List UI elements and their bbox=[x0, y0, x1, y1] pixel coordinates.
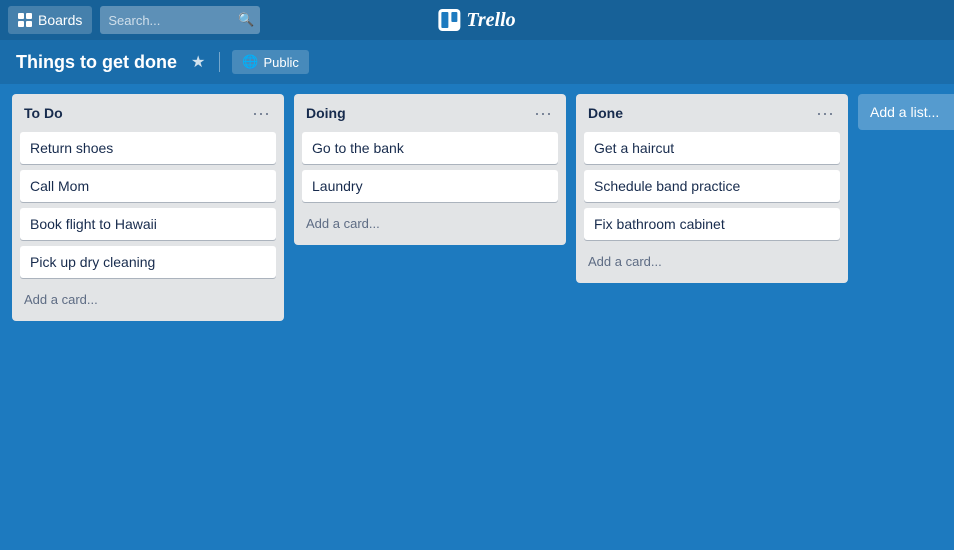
boards-button[interactable]: Boards bbox=[8, 6, 92, 34]
top-nav: Boards 🔍 Trello bbox=[0, 0, 954, 40]
logo-text: Trello bbox=[466, 9, 515, 32]
card[interactable]: Go to the bank bbox=[302, 132, 558, 164]
list-title-doing: Doing bbox=[302, 103, 350, 123]
card[interactable]: Book flight to Hawaii bbox=[20, 208, 276, 240]
board-header: Things to get done ★ 🌐 Public bbox=[0, 40, 954, 84]
list-header-done: Done ··· bbox=[584, 102, 840, 124]
search-icon[interactable]: 🔍 bbox=[238, 12, 254, 28]
add-card-button-todo[interactable]: Add a card... bbox=[20, 286, 276, 313]
list-menu-button-todo[interactable]: ··· bbox=[246, 102, 276, 124]
card[interactable]: Call Mom bbox=[20, 170, 276, 202]
card[interactable]: Laundry bbox=[302, 170, 558, 202]
card[interactable]: Schedule band practice bbox=[584, 170, 840, 202]
search-input[interactable] bbox=[100, 6, 260, 34]
boards-icon bbox=[18, 13, 32, 27]
list-doing: Doing ··· Go to the bank Laundry Add a card.… bbox=[294, 94, 566, 245]
trello-logo: Trello bbox=[438, 9, 515, 32]
visibility-label: Public bbox=[264, 55, 299, 70]
list-header-doing: Doing ··· bbox=[302, 102, 558, 124]
list-done: Done ··· Get a haircut Schedule band practi… bbox=[576, 94, 848, 283]
card[interactable]: Fix bathroom cabinet bbox=[584, 208, 840, 240]
list-menu-button-done[interactable]: ··· bbox=[810, 102, 840, 124]
search-bar: 🔍 bbox=[100, 6, 260, 34]
visibility-button[interactable]: 🌐 Public bbox=[232, 50, 309, 74]
list-title-done: Done bbox=[584, 103, 627, 123]
card[interactable]: Return shoes bbox=[20, 132, 276, 164]
list-menu-button-doing[interactable]: ··· bbox=[528, 102, 558, 124]
list-title-todo: To Do bbox=[20, 103, 67, 123]
card[interactable]: Pick up dry cleaning bbox=[20, 246, 276, 278]
list-todo: To Do ··· Return shoes Call Mom Book flight … bbox=[12, 94, 284, 321]
boards-label: Boards bbox=[38, 12, 82, 28]
trello-logo-icon bbox=[438, 9, 460, 31]
list-header-todo: To Do ··· bbox=[20, 102, 276, 124]
card[interactable]: Get a haircut bbox=[584, 132, 840, 164]
add-list-button[interactable]: Add a list... bbox=[858, 94, 954, 130]
header-divider bbox=[219, 52, 220, 72]
board-content: To Do ··· Return shoes Call Mom Book flight … bbox=[0, 84, 954, 331]
board-title: Things to get done bbox=[16, 52, 177, 73]
globe-icon: 🌐 bbox=[242, 54, 258, 70]
add-card-button-doing[interactable]: Add a card... bbox=[302, 210, 558, 237]
star-button[interactable]: ★ bbox=[189, 50, 207, 74]
add-card-button-done[interactable]: Add a card... bbox=[584, 248, 840, 275]
